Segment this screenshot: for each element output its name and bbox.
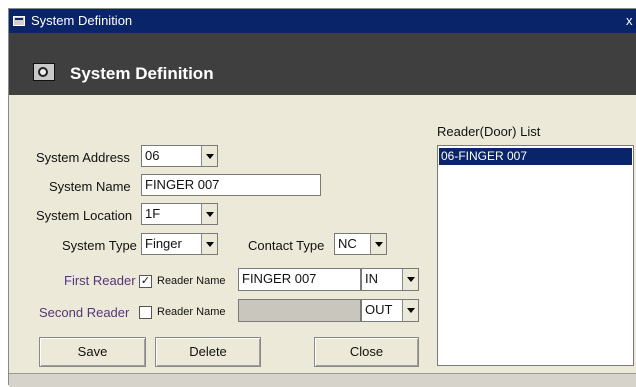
chevron-down-icon[interactable] bbox=[402, 269, 418, 290]
contact-type-value: NC bbox=[338, 236, 357, 251]
window-title: System Definition bbox=[31, 13, 133, 28]
system-address-label: System Address bbox=[36, 150, 130, 165]
contact-type-label: Contact Type bbox=[248, 238, 325, 253]
save-button[interactable]: Save bbox=[39, 337, 146, 367]
system-address-value: 06 bbox=[145, 148, 160, 163]
chevron-down-icon[interactable] bbox=[402, 300, 418, 321]
page-title: System Definition bbox=[70, 64, 214, 83]
system-type-value: Finger bbox=[145, 236, 182, 251]
second-reader-name-label: Reader Name bbox=[157, 306, 226, 318]
system-address-select[interactable]: 06 bbox=[141, 145, 218, 167]
contact-type-select[interactable]: NC bbox=[334, 233, 387, 255]
system-definition-window: System Definition x System Definition Re… bbox=[8, 8, 636, 387]
system-type-select[interactable]: Finger bbox=[141, 233, 218, 255]
first-reader-name-label: Reader Name bbox=[157, 275, 226, 287]
second-reader-direction-value: OUT bbox=[365, 302, 393, 317]
system-location-select[interactable]: 1F bbox=[141, 203, 218, 225]
second-reader-checkbox[interactable] bbox=[139, 306, 152, 319]
window-icon bbox=[13, 16, 25, 26]
first-reader-label: First Reader bbox=[64, 273, 136, 288]
system-name-label: System Name bbox=[49, 179, 131, 194]
reader-list-label: Reader(Door) List bbox=[437, 124, 541, 139]
header-banner: System Definition bbox=[9, 33, 636, 95]
first-reader-name-input[interactable]: FINGER 007 bbox=[238, 268, 361, 291]
reader-list[interactable]: 06-FINGER 007 bbox=[437, 145, 634, 366]
first-reader-direction-select[interactable]: IN bbox=[361, 268, 419, 291]
first-reader-direction-value: IN bbox=[365, 271, 378, 286]
close-icon[interactable]: x bbox=[626, 9, 636, 33]
chevron-down-icon[interactable] bbox=[370, 234, 386, 254]
delete-button[interactable]: Delete bbox=[155, 337, 261, 367]
title-bar[interactable]: System Definition x bbox=[9, 9, 636, 33]
second-reader-label: Second Reader bbox=[39, 305, 130, 320]
chevron-down-icon[interactable] bbox=[201, 234, 217, 254]
system-location-label: System Location bbox=[36, 208, 133, 223]
second-reader-name-input[interactable] bbox=[238, 299, 361, 322]
close-button[interactable]: Close bbox=[314, 337, 419, 367]
list-item[interactable]: 06-FINGER 007 bbox=[439, 148, 632, 165]
chevron-down-icon[interactable] bbox=[201, 146, 217, 166]
first-reader-checkbox[interactable]: ✓ bbox=[139, 275, 152, 288]
system-icon bbox=[33, 63, 55, 81]
second-reader-direction-select[interactable]: OUT bbox=[361, 299, 419, 322]
system-type-label: System Type bbox=[62, 238, 137, 253]
system-location-value: 1F bbox=[145, 206, 161, 221]
chevron-down-icon[interactable] bbox=[201, 204, 217, 224]
system-name-input[interactable]: FINGER 007 bbox=[141, 174, 321, 196]
